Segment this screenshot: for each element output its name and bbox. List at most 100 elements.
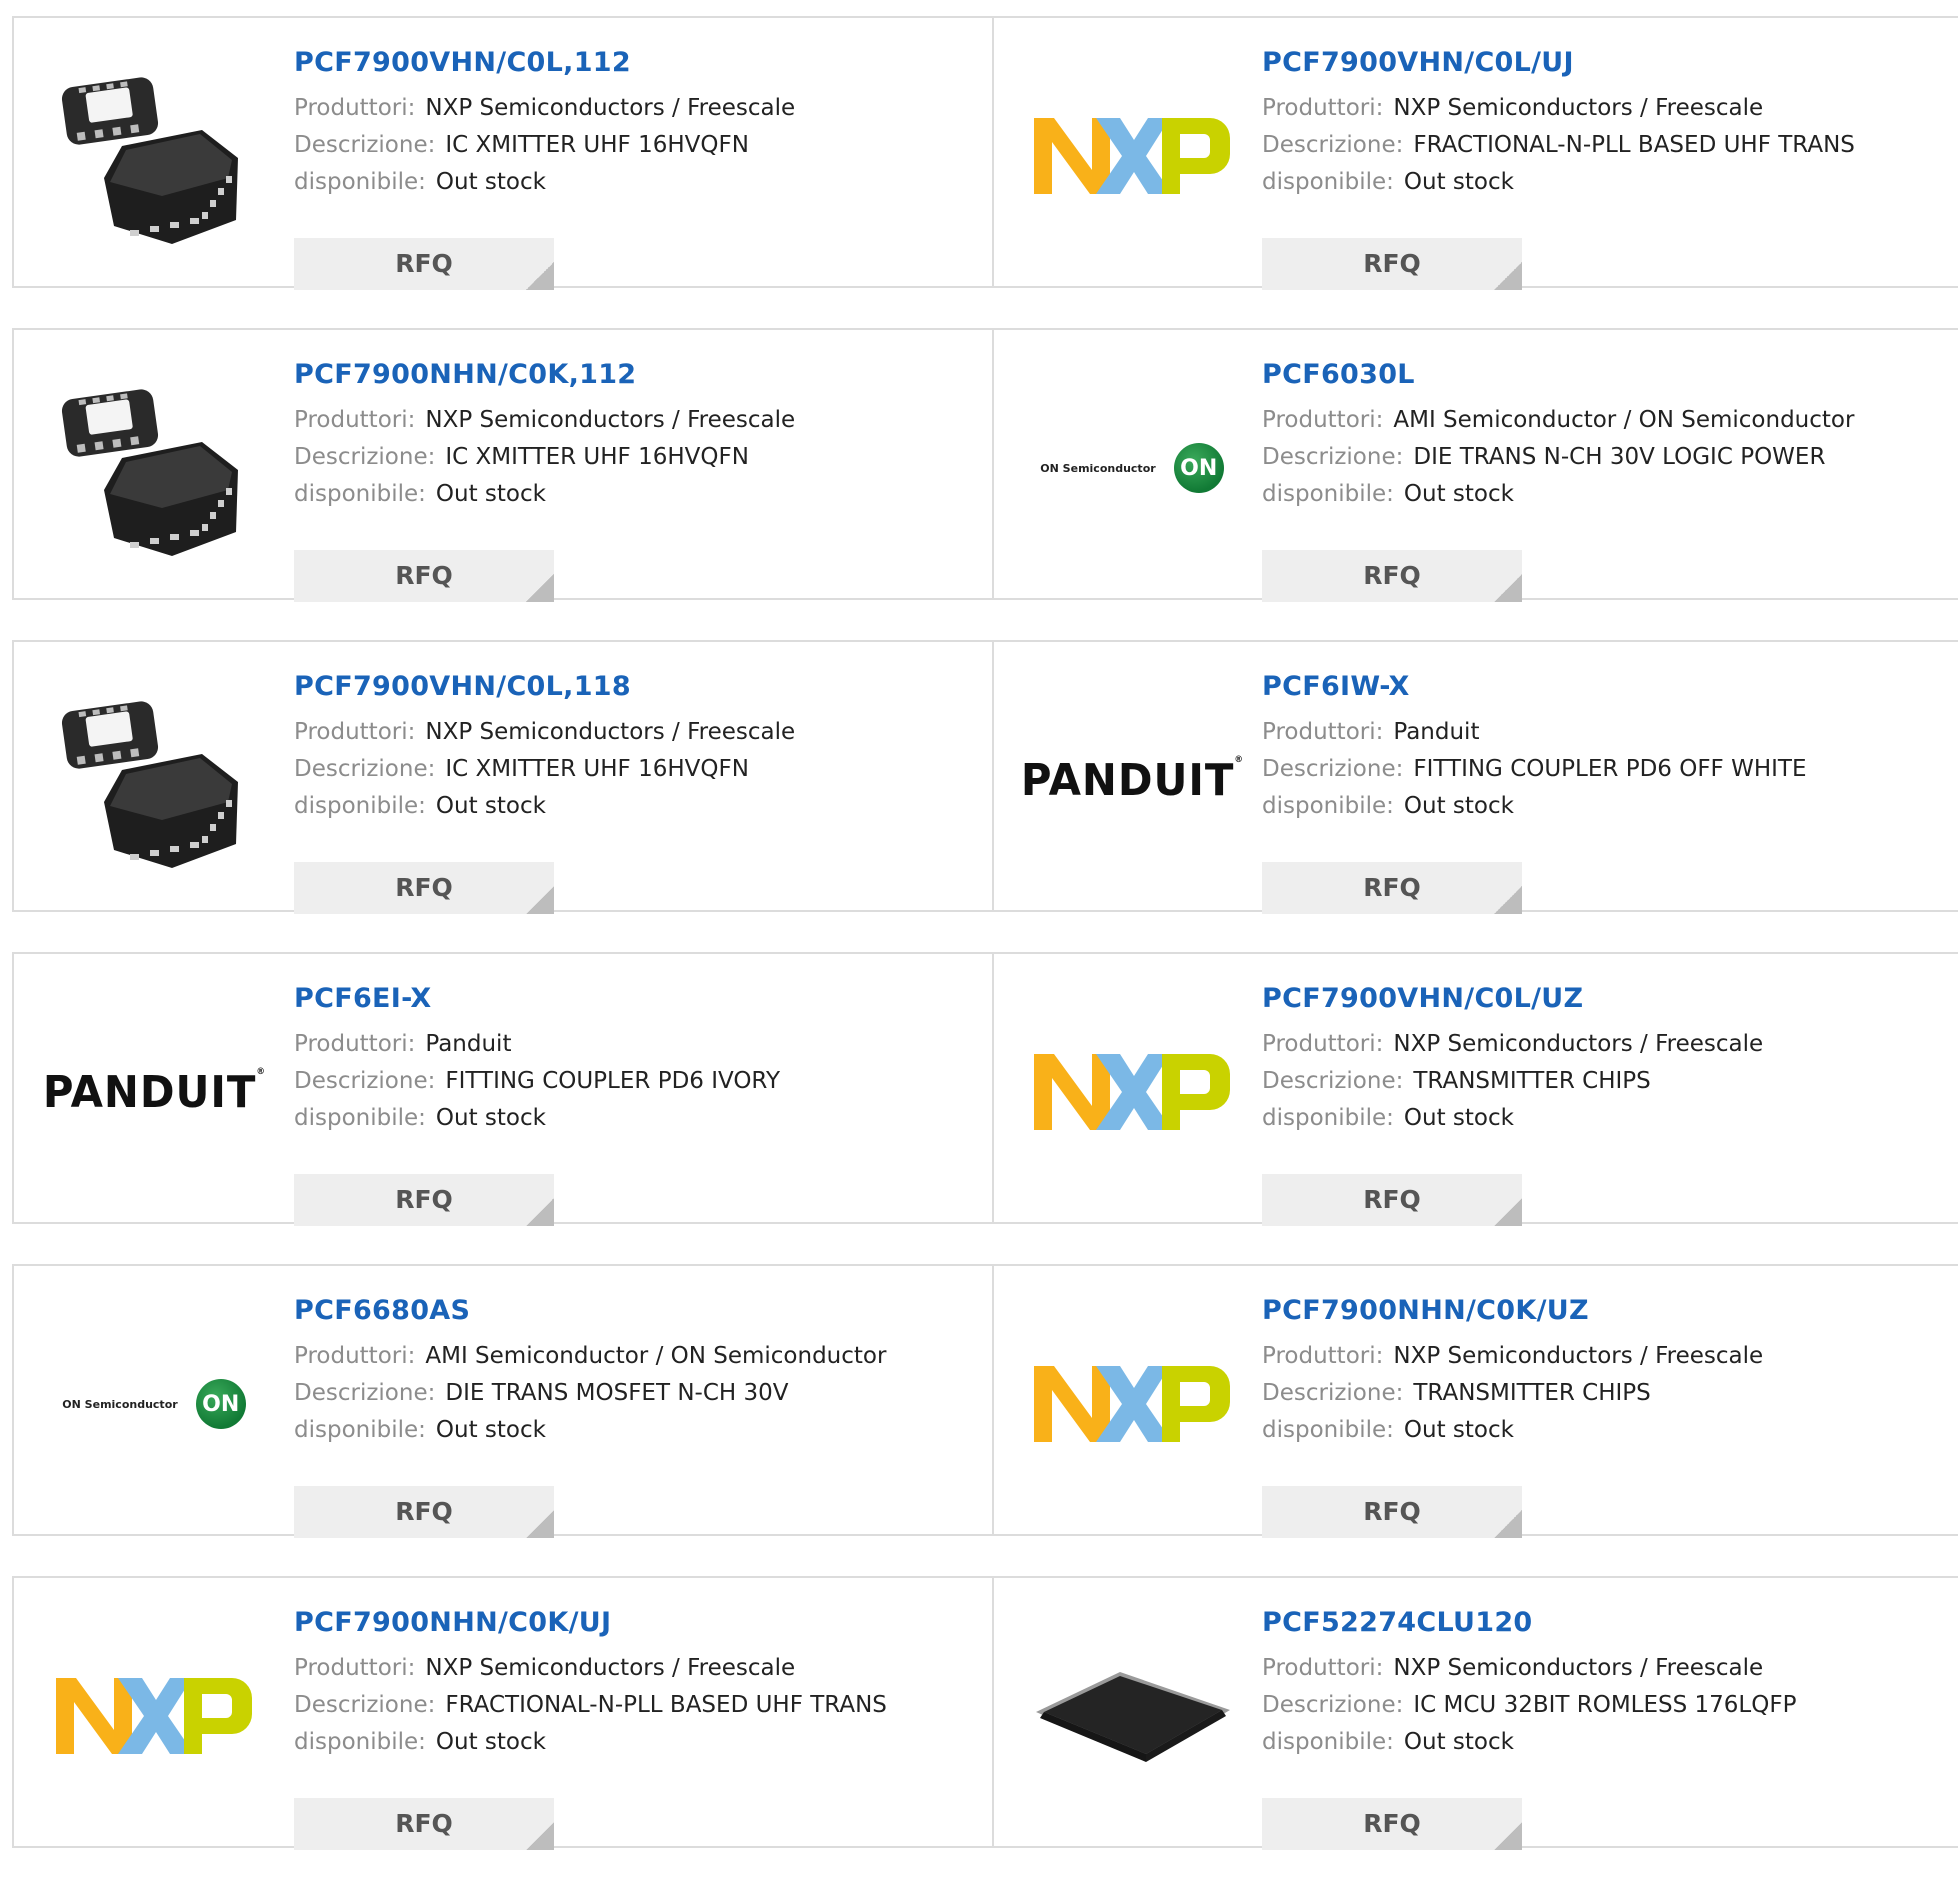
manufacturer-row: Produttori: Panduit xyxy=(294,1026,982,1063)
panduit-logo: PANDUIT® xyxy=(42,1066,266,1118)
availability-label: disponibile: xyxy=(1262,1729,1394,1755)
product-thumbnail[interactable]: PANDUIT® xyxy=(43,990,265,1194)
product-thumbnail[interactable]: ON Semiconductor ON xyxy=(1030,366,1234,570)
product-thumbnail[interactable] xyxy=(1030,990,1234,1194)
manufacturer-row: Produttori: NXP Semiconductors / Freescal… xyxy=(294,402,982,439)
rfq-button[interactable]: RFQ xyxy=(294,550,554,602)
lqfp-chip-image xyxy=(1036,1672,1230,1762)
product-thumbnail[interactable] xyxy=(52,54,256,258)
qfn-chip-image xyxy=(61,389,238,556)
onsemi-circle-icon: ON xyxy=(195,1379,246,1429)
rfq-button[interactable]: RFQ xyxy=(1262,1486,1522,1538)
rfq-button[interactable]: RFQ xyxy=(294,1174,554,1226)
description-value: IC XMITTER UHF 16HVQFN xyxy=(445,444,749,470)
manufacturer-value: AMI Semiconductor / ON Semiconductor xyxy=(425,1343,887,1369)
rfq-button[interactable]: RFQ xyxy=(294,862,554,914)
manufacturer-label: Produttori: xyxy=(294,407,416,433)
availability-value: Out stock xyxy=(435,1417,546,1443)
product-card: PCF7900VHN/C0L/UJ Produttori: NXP Semicond… xyxy=(992,18,1958,290)
part-number-link[interactable]: PCF52274CLU120 xyxy=(1262,1604,1948,1642)
description-value: FITTING COUPLER PD6 OFF WHITE xyxy=(1413,756,1807,782)
nxp-logo xyxy=(56,1678,252,1754)
part-number-link[interactable]: PCF7900NHN/C0K/UZ xyxy=(1262,1292,1948,1330)
manufacturer-row: Produttori: NXP Semiconductors / Freescal… xyxy=(294,90,982,127)
description-label: Descrizione: xyxy=(1262,1068,1404,1094)
part-number-link[interactable]: PCF6EI-X xyxy=(294,980,982,1018)
part-number-link[interactable]: PCF7900NHN/C0K/UJ xyxy=(294,1604,982,1642)
product-info: PCF6680AS Produttori: AMI Semiconductor / … xyxy=(294,1292,982,1538)
product-info: PCF7900NHN/C0K/UZ Produttori: NXP Semicond… xyxy=(1262,1292,1948,1538)
product-thumbnail[interactable]: PANDUIT® xyxy=(1021,678,1243,882)
product-thumbnail[interactable] xyxy=(52,1614,256,1818)
manufacturer-value: Panduit xyxy=(1393,719,1480,745)
product-info: PCF6EI-X Produttori: Panduit Descrizione: FI… xyxy=(294,980,982,1226)
product-card: PCF7900VHN/C0L/UZ Produttori: NXP Semicond… xyxy=(992,954,1958,1226)
availability-label: disponibile: xyxy=(294,169,426,195)
rfq-button[interactable]: RFQ xyxy=(294,238,554,290)
description-label: Descrizione: xyxy=(294,1380,436,1406)
availability-row: disponibile: Out stock xyxy=(294,476,982,513)
product-thumbnail[interactable] xyxy=(1030,54,1234,258)
part-number-link[interactable]: PCF7900VHN/C0L,118 xyxy=(294,668,982,706)
rfq-button-label: RFQ xyxy=(1363,561,1421,590)
description-row: Descrizione: IC XMITTER UHF 16HVQFN xyxy=(294,751,982,788)
description-value: IC XMITTER UHF 16HVQFN xyxy=(445,756,749,782)
panduit-logo: PANDUIT® xyxy=(1020,754,1244,806)
nxp-logo xyxy=(1034,1054,1230,1130)
availability-value: Out stock xyxy=(1403,169,1514,195)
rfq-button-label: RFQ xyxy=(1363,873,1421,902)
product-row: PCF7900VHN/C0L,112 Produttori: NXP Semicon… xyxy=(12,16,1958,290)
availability-row: disponibile: Out stock xyxy=(294,1100,982,1137)
product-row: PCF7900VHN/C0L,118 Produttori: NXP Semicon… xyxy=(12,640,1958,914)
rfq-corner-icon xyxy=(526,574,554,602)
availability-label: disponibile: xyxy=(294,793,426,819)
manufacturer-row: Produttori: AMI Semiconductor / ON Semico… xyxy=(294,1338,982,1375)
rfq-button[interactable]: RFQ xyxy=(1262,550,1522,602)
product-thumbnail[interactable] xyxy=(52,678,256,882)
onsemi-circle-icon: ON xyxy=(1173,443,1224,493)
product-info: PCF7900VHN/C0L/UZ Produttori: NXP Semicond… xyxy=(1262,980,1948,1226)
manufacturer-row: Produttori: NXP Semiconductors / Freescal… xyxy=(1262,1338,1948,1375)
part-number-link[interactable]: PCF6680AS xyxy=(294,1292,982,1330)
product-info: PCF6030L Produttori: AMI Semiconductor / O… xyxy=(1262,356,1948,602)
availability-row: disponibile: Out stock xyxy=(294,164,982,201)
rfq-button[interactable]: RFQ xyxy=(1262,238,1522,290)
rfq-button-label: RFQ xyxy=(395,561,453,590)
part-number-link[interactable]: PCF7900VHN/C0L/UZ xyxy=(1262,980,1948,1018)
availability-row: disponibile: Out stock xyxy=(1262,476,1948,513)
rfq-button-label: RFQ xyxy=(395,249,453,278)
description-value: FRACTIONAL-N-PLL BASED UHF TRANS xyxy=(445,1692,887,1718)
availability-value: Out stock xyxy=(1403,793,1514,819)
manufacturer-label: Produttori: xyxy=(294,1655,416,1681)
availability-value: Out stock xyxy=(1403,1729,1514,1755)
manufacturer-row: Produttori: AMI Semiconductor / ON Semico… xyxy=(1262,402,1948,439)
rfq-button[interactable]: RFQ xyxy=(1262,862,1522,914)
description-row: Descrizione: FITTING COUPLER PD6 OFF WHIT… xyxy=(1262,751,1948,788)
product-info: PCF6IW-X Produttori: Panduit Descrizione: FI… xyxy=(1262,668,1948,914)
availability-value: Out stock xyxy=(1403,1417,1514,1443)
part-number-link[interactable]: PCF7900VHN/C0L/UJ xyxy=(1262,44,1948,82)
description-value: IC XMITTER UHF 16HVQFN xyxy=(445,132,749,158)
product-thumbnail[interactable]: ON Semiconductor ON xyxy=(52,1302,256,1506)
product-card: ON Semiconductor ON PCF6680AS Produttori: AM… xyxy=(14,1266,992,1538)
description-value: DIE TRANS MOSFET N-CH 30V xyxy=(445,1380,789,1406)
rfq-corner-icon xyxy=(526,1510,554,1538)
rfq-button[interactable]: RFQ xyxy=(294,1798,554,1850)
product-thumbnail[interactable] xyxy=(52,366,256,570)
availability-value: Out stock xyxy=(435,1105,546,1131)
rfq-button[interactable]: RFQ xyxy=(294,1486,554,1538)
rfq-button[interactable]: RFQ xyxy=(1262,1798,1522,1850)
manufacturer-value: NXP Semiconductors / Freescale xyxy=(1393,95,1764,121)
description-row: Descrizione: DIE TRANS N-CH 30V LOGIC POW… xyxy=(1262,439,1948,476)
part-number-link[interactable]: PCF6IW-X xyxy=(1262,668,1948,706)
part-number-link[interactable]: PCF6030L xyxy=(1262,356,1948,394)
part-number-link[interactable]: PCF7900NHN/C0K,112 xyxy=(294,356,982,394)
rfq-button[interactable]: RFQ xyxy=(1262,1174,1522,1226)
product-thumbnail[interactable] xyxy=(1030,1302,1234,1506)
product-thumbnail[interactable] xyxy=(1030,1614,1234,1818)
part-number-link[interactable]: PCF7900VHN/C0L,112 xyxy=(294,44,982,82)
manufacturer-label: Produttori: xyxy=(1262,1031,1384,1057)
rfq-button-label: RFQ xyxy=(1363,1185,1421,1214)
description-label: Descrizione: xyxy=(294,1068,436,1094)
product-row: PANDUIT® PCF6EI-X Produttori: Panduit Descri… xyxy=(12,952,1958,1226)
